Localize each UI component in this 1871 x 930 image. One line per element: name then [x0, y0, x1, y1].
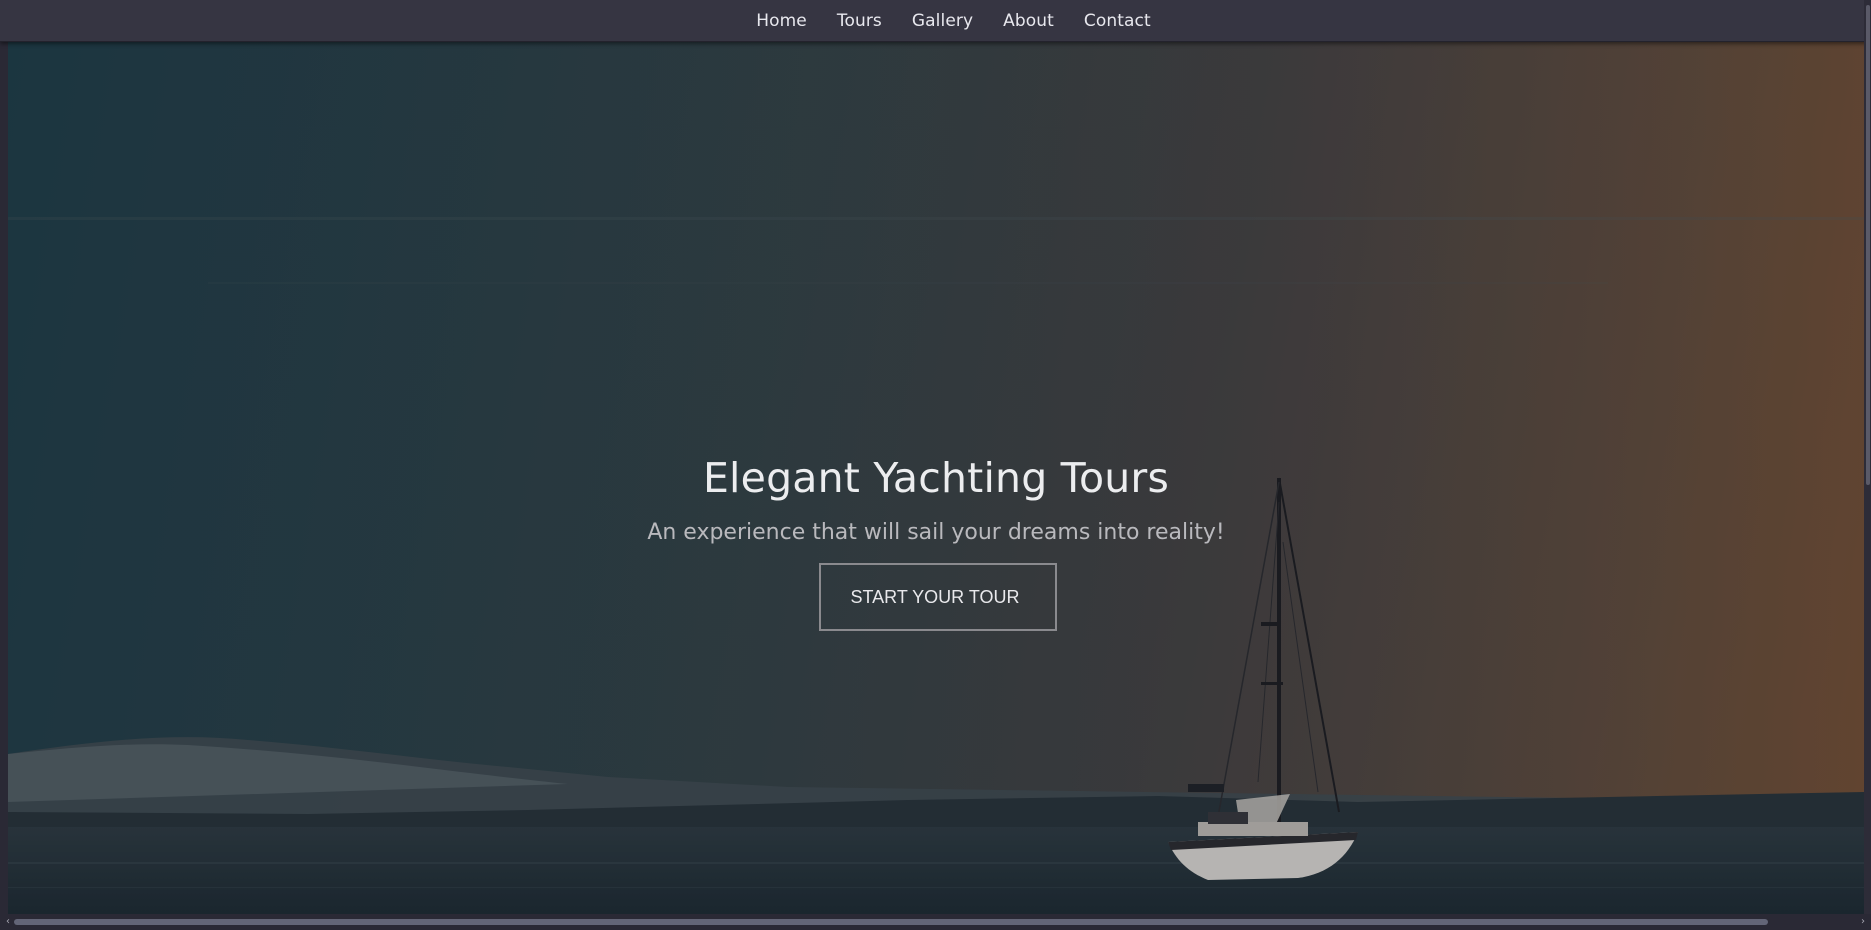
scroll-left-arrow-icon[interactable]: ‹	[2, 914, 14, 930]
nav-link-about[interactable]: About	[988, 11, 1069, 31]
start-tour-button[interactable]: START YOUR TOUR	[819, 563, 1057, 631]
nav-link-home[interactable]: Home	[741, 11, 822, 31]
nav-link-tours[interactable]: Tours	[822, 11, 897, 31]
horizontal-scrollbar[interactable]: ‹ ›	[0, 914, 1871, 930]
nav-menu: Home Tours Gallery About Contact	[741, 11, 1166, 31]
vertical-scrollbar-thumb[interactable]	[1866, 5, 1870, 485]
hero-title: Elegant Yachting Tours	[702, 454, 1170, 502]
top-navbar: Home Tours Gallery About Contact	[0, 0, 1871, 42]
nav-link-gallery[interactable]: Gallery	[897, 11, 988, 31]
hero-content: Elegant Yachting Tours An experience tha…	[8, 454, 1864, 631]
browser-viewport: Home Tours Gallery About Contact Elegant…	[0, 0, 1871, 930]
nav-link-contact[interactable]: Contact	[1069, 11, 1166, 31]
hero-section: Elegant Yachting Tours An experience tha…	[8, 42, 1864, 914]
scroll-right-arrow-icon[interactable]: ›	[1857, 914, 1869, 930]
hero-subtitle: An experience that will sail your dreams…	[647, 520, 1225, 545]
vertical-scrollbar[interactable]	[1864, 0, 1871, 930]
left-frame-edge	[0, 42, 8, 914]
horizontal-scrollbar-thumb[interactable]	[14, 919, 1768, 925]
